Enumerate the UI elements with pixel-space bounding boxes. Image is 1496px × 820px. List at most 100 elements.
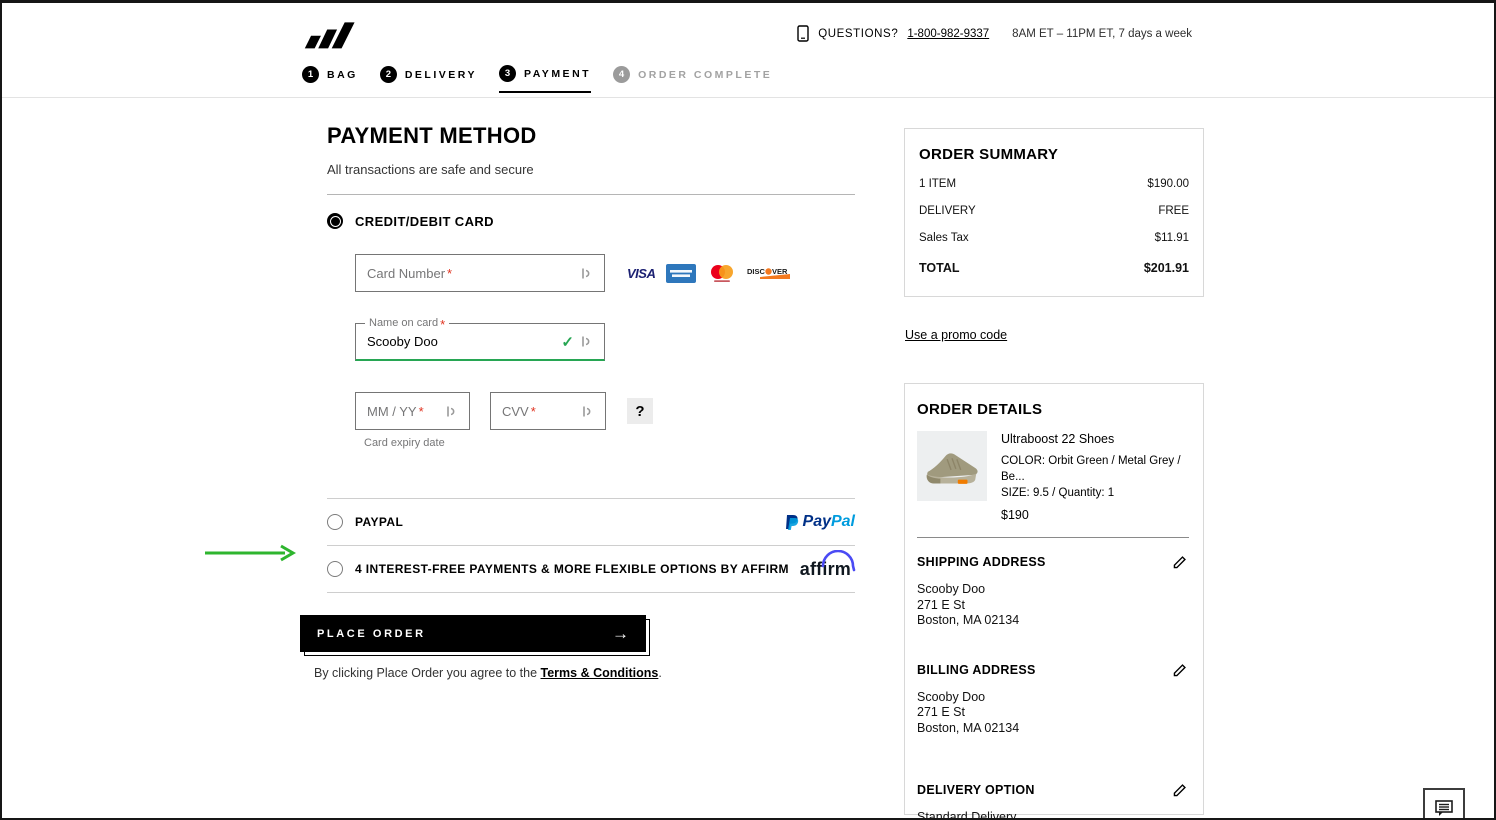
product-image: [917, 431, 987, 501]
place-order-button[interactable]: PLACE ORDER →: [300, 615, 646, 652]
order-details-panel: ORDER DETAILS Ultraboost 22 Shoes: [904, 383, 1204, 815]
billing-address-title: BILLING ADDRESS: [917, 663, 1036, 677]
required-asterisk: *: [447, 266, 452, 281]
expiry-helper-text: Card expiry date: [364, 437, 855, 449]
order-summary-title: ORDER SUMMARY: [919, 146, 1189, 163]
card-scan-icon: [445, 404, 458, 419]
paypal-radio[interactable]: [327, 514, 343, 530]
phone-icon: [797, 25, 809, 42]
cvv-input[interactable]: CVV *: [490, 392, 606, 430]
expiry-input[interactable]: MM / YY *: [355, 392, 470, 430]
step-label: BAG: [327, 69, 358, 81]
phone-link[interactable]: 1-800-982-9337: [907, 28, 989, 40]
billing-address-value: Scooby Doo 271 E St Boston, MA 02134: [917, 690, 1191, 736]
name-on-card-value: Scooby Doo: [367, 334, 438, 349]
product-color: COLOR: Orbit Green / Metal Grey / Be...: [1001, 453, 1191, 485]
shipping-address-title: SHIPPING ADDRESS: [917, 555, 1046, 569]
edit-delivery-button[interactable]: [1172, 783, 1187, 801]
summary-row-tax: Sales Tax$11.91: [919, 232, 1189, 244]
pencil-icon: [1172, 663, 1187, 678]
payment-subtitle: All transactions are safe and secure: [327, 162, 855, 177]
affirm-option[interactable]: 4 INTEREST-FREE PAYMENTS & MORE FLEXIBLE…: [327, 546, 855, 593]
terms-link[interactable]: Terms & Conditions: [541, 666, 659, 680]
summary-row-total: TOTAL$201.91: [919, 261, 1189, 275]
name-on-card-label: Name on card*: [365, 317, 449, 332]
valid-check-icon: ✓: [561, 333, 574, 351]
delivery-option-title: DELIVERY OPTION: [917, 783, 1035, 797]
credit-card-radio[interactable]: [327, 213, 343, 229]
paypal-logo: PayPal: [785, 513, 855, 531]
divider: [327, 194, 855, 195]
step-order-complete: 4 ORDER COMPLETE: [613, 66, 772, 92]
promo-code-link[interactable]: Use a promo code: [905, 328, 1007, 342]
visa-icon: VISA: [627, 266, 655, 281]
step-label: DELIVERY: [405, 69, 477, 81]
step-payment[interactable]: 3 PAYMENT: [499, 65, 591, 93]
step-bag[interactable]: 1 BAG: [302, 66, 358, 92]
affirm-radio[interactable]: [327, 561, 343, 577]
discover-icon: DISC VER: [746, 265, 790, 281]
divider: [917, 537, 1189, 538]
step-number: 3: [499, 65, 516, 82]
chat-button[interactable]: [1423, 788, 1465, 820]
credit-card-option[interactable]: CREDIT/DEBIT CARD: [327, 213, 855, 229]
required-asterisk: *: [531, 404, 536, 419]
card-scan-icon: [580, 334, 593, 349]
delivery-option-value: Standard Delivery Thu Nov. 03 FREE: [917, 810, 1191, 820]
header-contact: QUESTIONS? 1-800-982-9337 8AM ET – 11PM …: [797, 25, 1192, 42]
step-number: 4: [613, 66, 630, 83]
support-hours: 8AM ET – 11PM ET, 7 days a week: [1012, 28, 1192, 40]
accepted-cards: VISA DISC VER: [627, 264, 790, 283]
pencil-icon: [1172, 783, 1187, 798]
shoe-image: [921, 435, 983, 497]
step-label: PAYMENT: [524, 68, 591, 80]
summary-row-items: 1 ITEM$190.00: [919, 178, 1189, 190]
page-title: PAYMENT METHOD: [327, 123, 855, 149]
promo-code-link-wrap: Use a promo code: [905, 328, 1007, 342]
step-number: 1: [302, 66, 319, 83]
credit-card-label: CREDIT/DEBIT CARD: [355, 214, 494, 229]
arrow-right-icon: →: [612, 624, 629, 644]
order-summary-panel: ORDER SUMMARY 1 ITEM$190.00 DELIVERYFREE…: [904, 128, 1204, 297]
amex-icon: [666, 264, 696, 283]
checkout-header: 1 BAG 2 DELIVERY 3 PAYMENT 4 ORDER COMPL…: [2, 3, 1494, 98]
step-delivery[interactable]: 2 DELIVERY: [380, 66, 477, 92]
card-number-placeholder: Card Number: [367, 266, 445, 281]
order-details-title: ORDER DETAILS: [917, 401, 1191, 418]
pencil-icon: [1172, 555, 1187, 570]
affirm-label: 4 INTEREST-FREE PAYMENTS & MORE FLEXIBLE…: [355, 562, 789, 576]
checkout-steps: 1 BAG 2 DELIVERY 3 PAYMENT 4 ORDER COMPL…: [302, 65, 772, 93]
paypal-label: PAYPAL: [355, 515, 403, 529]
product-size-qty: SIZE: 9.5 / Quantity: 1: [1001, 485, 1191, 501]
affirm-arc-icon: [819, 550, 857, 572]
cvv-help-button[interactable]: ?: [627, 398, 653, 424]
edit-shipping-button[interactable]: [1172, 555, 1187, 573]
name-on-card-input[interactable]: Name on card* Scooby Doo ✓: [355, 323, 605, 361]
mastercard-icon: [707, 264, 735, 283]
product-name: Ultraboost 22 Shoes: [1001, 431, 1191, 449]
affirm-logo: affirm: [800, 559, 855, 580]
card-scan-icon: [581, 404, 594, 419]
payment-section: PAYMENT METHOD All transactions are safe…: [327, 123, 855, 593]
shipping-address-section: SHIPPING ADDRESS Scooby Doo 271 E St Bos…: [917, 555, 1191, 628]
billing-address-section: BILLING ADDRESS Scooby Doo 271 E St Bost…: [917, 663, 1191, 736]
step-number: 2: [380, 66, 397, 83]
questions-label: QUESTIONS?: [818, 28, 898, 40]
paypal-p-icon: [785, 514, 799, 531]
product-row: Ultraboost 22 Shoes COLOR: Orbit Green /…: [917, 431, 1191, 524]
expiry-placeholder: MM / YY: [367, 404, 417, 419]
card-number-input[interactable]: Card Number *: [355, 254, 605, 292]
card-form: Card Number * VISA: [355, 254, 855, 449]
place-order-label: PLACE ORDER: [317, 628, 426, 640]
edit-billing-button[interactable]: [1172, 663, 1187, 681]
checkout-page: 1 BAG 2 DELIVERY 3 PAYMENT 4 ORDER COMPL…: [0, 0, 1496, 820]
required-asterisk: *: [419, 404, 424, 419]
svg-text:DISC: DISC: [747, 267, 766, 276]
paypal-option[interactable]: PAYPAL PayPal: [327, 499, 855, 546]
delivery-option-section: DELIVERY OPTION Standard Delivery Thu No…: [917, 783, 1191, 820]
product-price: $190: [1001, 507, 1191, 525]
step-label: ORDER COMPLETE: [638, 69, 772, 81]
chat-icon: [1434, 799, 1454, 818]
shipping-address-value: Scooby Doo 271 E St Boston, MA 02134: [917, 582, 1191, 628]
summary-row-delivery: DELIVERYFREE: [919, 205, 1189, 217]
